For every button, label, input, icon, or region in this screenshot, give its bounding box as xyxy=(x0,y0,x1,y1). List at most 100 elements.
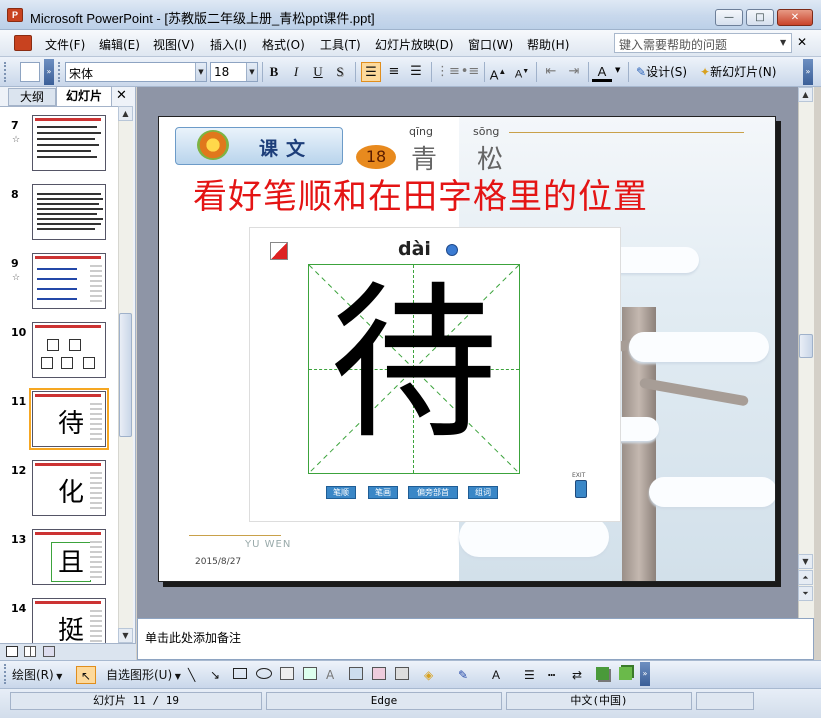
slideshow-view-icon[interactable] xyxy=(43,646,55,657)
scroll-down-icon[interactable]: ▼ xyxy=(798,554,813,569)
clipart-icon[interactable] xyxy=(372,667,386,680)
font-color-dropdown-icon[interactable]: ▼ xyxy=(615,66,620,74)
previous-slide-icon[interactable]: ⏶ xyxy=(798,570,813,585)
maximize-button[interactable]: □ xyxy=(746,9,774,26)
scroll-down-icon[interactable]: ▼ xyxy=(118,628,133,643)
thumbnail-scroll-thumb[interactable] xyxy=(119,313,132,437)
close-pane-button[interactable]: ✕ xyxy=(116,88,127,103)
menu-edit[interactable]: 编辑(E) xyxy=(99,36,140,53)
slide-thumbnail-13[interactable]: 且 xyxy=(32,529,106,585)
slide-thumbnail-11[interactable]: 待 xyxy=(29,388,109,450)
slide-thumbnail-10[interactable] xyxy=(32,322,106,378)
powerpoint-app-icon[interactable]: P xyxy=(7,8,23,22)
minimize-button[interactable]: — xyxy=(715,9,743,26)
draw-font-color-icon[interactable]: A xyxy=(492,666,500,684)
increase-font-size-icon[interactable]: A▲ xyxy=(488,62,508,82)
toolbar-overflow-icon[interactable]: » xyxy=(44,59,54,85)
bullets-icon[interactable]: •≡ xyxy=(460,62,480,82)
exit-icon[interactable] xyxy=(575,480,587,498)
decrease-font-size-icon[interactable]: A▼ xyxy=(512,62,532,82)
oval-icon[interactable] xyxy=(256,668,272,679)
select-pointer-icon[interactable]: ↖ xyxy=(76,666,96,684)
notes-placeholder[interactable]: 单击此处添加备注 xyxy=(145,629,241,646)
normal-view-icon[interactable] xyxy=(6,646,18,657)
toolbar-overflow-icon-3[interactable]: » xyxy=(640,662,650,686)
line-icon[interactable]: ╲ xyxy=(188,666,195,684)
autoshapes-button[interactable]: 自选图形(U) ▼ xyxy=(106,666,181,684)
thumbnail-row-9[interactable]: 9 ☆ xyxy=(0,253,118,319)
menu-insert[interactable]: 插入(I) xyxy=(210,36,247,53)
slide-thumbnail-8[interactable] xyxy=(32,184,106,240)
radical-button[interactable]: 偏旁部首 xyxy=(408,486,458,499)
toolbar-overflow-icon-2[interactable]: » xyxy=(803,59,813,85)
picture-icon[interactable] xyxy=(395,667,409,680)
slide-scroll-thumb[interactable] xyxy=(799,334,813,358)
slide-thumbnail-9[interactable] xyxy=(32,253,106,309)
slide-thumbnail-list[interactable]: 7 ☆ 8 9 ☆ 10 11 待 12 化 13 且 14 挺 xyxy=(0,106,118,643)
document-icon[interactable] xyxy=(14,35,32,51)
stroke-order-button[interactable]: 笔顺 xyxy=(326,486,356,499)
shadow-style-icon[interactable] xyxy=(596,667,609,680)
slide-thumbnail-7[interactable] xyxy=(32,115,106,171)
thumbnail-row-7[interactable]: 7 ☆ xyxy=(0,115,118,181)
slide-title[interactable]: 看好笔顺和在田字格里的位置 xyxy=(193,169,648,218)
tab-outline[interactable]: 大纲 xyxy=(8,88,56,106)
menu-tools[interactable]: 工具(T) xyxy=(320,36,361,53)
arrow-icon[interactable]: ↘ xyxy=(210,666,220,684)
menu-window[interactable]: 窗口(W) xyxy=(468,36,513,53)
close-window-button[interactable]: ✕ xyxy=(777,9,813,26)
scroll-up-icon[interactable]: ▲ xyxy=(798,87,813,102)
font-name-dropdown-icon[interactable]: ▼ xyxy=(195,63,206,81)
underline-button[interactable]: U xyxy=(308,62,328,82)
scroll-up-icon[interactable]: ▲ xyxy=(118,106,133,121)
next-slide-icon[interactable]: ⏷ xyxy=(798,586,813,601)
toolbar-grip-2[interactable] xyxy=(58,62,62,82)
current-slide[interactable]: 课文 18 qīng sōng 青 松 看好笔顺和在田字格里的位置 dài 待 … xyxy=(158,116,776,582)
font-size-combo[interactable]: 18 ▼ xyxy=(210,62,258,82)
3d-style-icon[interactable] xyxy=(619,667,632,680)
help-search-input[interactable]: 键入需要帮助的问题 xyxy=(614,33,792,53)
align-center-icon[interactable]: ≡ xyxy=(384,62,404,82)
close-document-button[interactable]: ✕ xyxy=(797,35,807,49)
stroke-order-panel[interactable]: dài 待 笔顺 笔画 偏旁部首 组词 EXIT xyxy=(249,227,621,522)
tab-slides[interactable]: 幻灯片 xyxy=(56,86,112,106)
thumbnail-row-14[interactable]: 14 挺 xyxy=(0,598,118,643)
draw-menu-button[interactable]: 绘图(R) ▼ xyxy=(12,666,62,684)
design-button[interactable]: ✎设计(S) xyxy=(636,62,687,82)
help-dropdown-icon[interactable]: ▼ xyxy=(780,38,786,47)
line-style-icon[interactable]: ☰ xyxy=(524,666,535,684)
menu-help[interactable]: 帮助(H) xyxy=(527,36,569,53)
font-color-icon[interactable]: A xyxy=(592,62,612,82)
line-color-icon[interactable]: ✎ xyxy=(458,666,468,684)
new-document-icon[interactable] xyxy=(20,62,40,82)
vertical-textbox-icon[interactable] xyxy=(303,667,317,680)
menu-slideshow[interactable]: 幻灯片放映(D) xyxy=(375,36,454,53)
sound-icon[interactable] xyxy=(446,244,458,256)
dash-style-icon[interactable]: ┅ xyxy=(548,666,555,684)
arrow-style-icon[interactable]: ⇄ xyxy=(572,666,582,684)
numbering-icon[interactable]: ⋮≡ xyxy=(436,62,460,82)
shadow-button[interactable]: S xyxy=(330,62,350,82)
fill-color-icon[interactable]: ◈ xyxy=(424,666,433,684)
wordart-icon[interactable]: A xyxy=(326,666,334,684)
decrease-indent-icon[interactable]: ⇤ xyxy=(541,62,561,82)
rectangle-icon[interactable] xyxy=(233,668,247,679)
slide-thumbnail-12[interactable]: 化 xyxy=(32,460,106,516)
thumbnail-row-13[interactable]: 13 且 xyxy=(0,529,118,595)
new-slide-button[interactable]: ✦新幻灯片(N) xyxy=(700,62,776,82)
font-name-combo[interactable]: 宋体 ▼ xyxy=(65,62,207,82)
bold-button[interactable]: B xyxy=(264,62,284,82)
menu-view[interactable]: 视图(V) xyxy=(153,36,195,53)
italic-button[interactable]: I xyxy=(286,62,306,82)
slide-sorter-view-icon[interactable] xyxy=(24,646,36,657)
font-size-dropdown-icon[interactable]: ▼ xyxy=(246,63,257,81)
thumbnail-row-12[interactable]: 12 化 xyxy=(0,460,118,526)
stroke-animation-icon[interactable] xyxy=(270,242,288,260)
diagram-icon[interactable] xyxy=(349,667,363,680)
toolbar-grip[interactable] xyxy=(4,664,8,684)
thumbnail-row-10[interactable]: 10 xyxy=(0,322,118,388)
toolbar-grip[interactable] xyxy=(4,62,8,82)
thumbnail-row-11[interactable]: 11 待 xyxy=(0,388,118,457)
slide-thumbnail-14[interactable]: 挺 xyxy=(32,598,106,643)
textbox-icon[interactable] xyxy=(280,667,294,680)
